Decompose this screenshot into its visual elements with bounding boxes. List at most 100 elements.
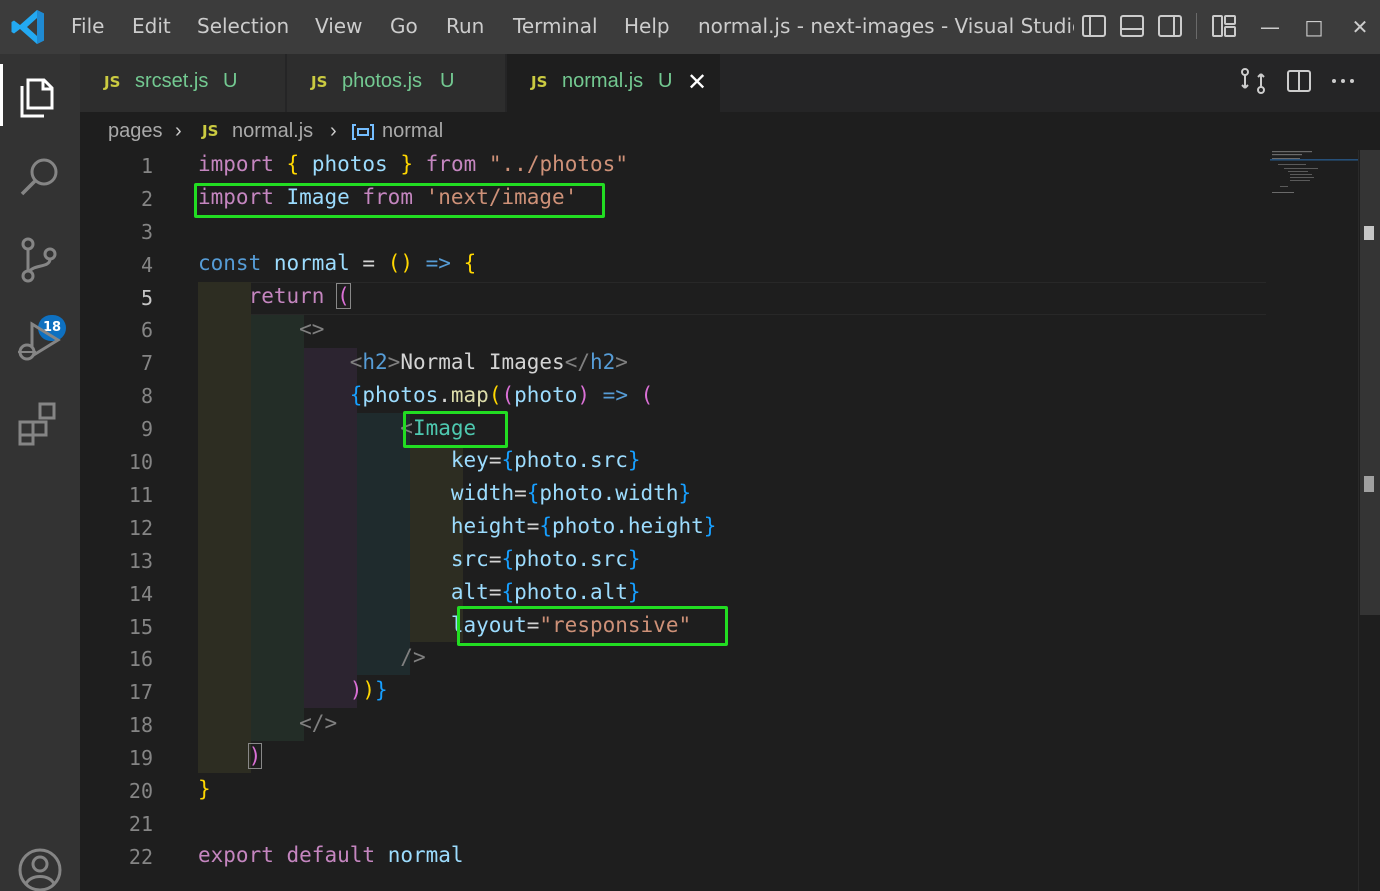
vscode-logo-icon[interactable]: [10, 8, 46, 46]
token: (: [640, 383, 654, 407]
line-number: 4: [140, 253, 153, 277]
toggle-secondary-sidebar-icon[interactable]: [1156, 12, 1184, 40]
open-changes-icon[interactable]: [1238, 66, 1268, 96]
search-icon[interactable]: [14, 152, 66, 204]
line-number: 17: [128, 680, 153, 704]
menu-file[interactable]: File: [71, 14, 104, 38]
account-icon[interactable]: [14, 844, 66, 891]
scrollbar-thumb[interactable]: [1360, 150, 1380, 615]
close-icon[interactable]: ✕: [687, 68, 707, 96]
run-debug-icon[interactable]: [14, 316, 66, 368]
customize-layout-icon[interactable]: [1210, 12, 1238, 40]
token: }: [627, 580, 641, 604]
toggle-primary-sidebar-icon[interactable]: [1080, 12, 1108, 40]
symbol-variable-icon: [352, 124, 374, 140]
token: ): [247, 743, 263, 769]
token: =: [526, 514, 540, 538]
js-file-icon: JS: [104, 73, 121, 91]
breadcrumb: pages › JS normal.js › normal: [80, 112, 1380, 152]
title-bar: File Edit Selection View Go Run Terminal…: [0, 0, 1380, 54]
token: from: [425, 152, 477, 176]
breadcrumb-symbol[interactable]: normal: [382, 120, 443, 143]
js-file-icon: JS: [202, 122, 219, 140]
tab-bar: JS srcset.js U JS photos.js U JS normal.…: [80, 54, 1380, 112]
token: />: [400, 645, 426, 669]
activity-bar: 18: [0, 54, 80, 891]
menu-view[interactable]: View: [315, 14, 362, 38]
untracked-status: U: [223, 70, 238, 92]
split-editor-icon[interactable]: [1284, 66, 1314, 96]
menu-help[interactable]: Help: [624, 14, 670, 38]
token: photo.src: [514, 448, 628, 472]
tab-label: photos.js: [342, 70, 423, 92]
more-actions-icon[interactable]: [1328, 66, 1358, 96]
line-number: 3: [140, 220, 153, 244]
token: =: [514, 481, 527, 505]
token: <: [349, 350, 363, 374]
code-line-4: const normal = () => {: [198, 251, 476, 275]
token: photo.src: [514, 547, 628, 571]
token: {: [539, 514, 553, 538]
token: {: [526, 481, 540, 505]
breadcrumb-file[interactable]: normal.js: [232, 120, 313, 143]
token: >: [387, 350, 401, 374]
active-indicator: [0, 64, 3, 126]
line-number: 10: [128, 450, 153, 474]
line-number: 8: [140, 384, 153, 408]
token: {: [501, 580, 515, 604]
extensions-icon[interactable]: [14, 398, 66, 450]
menu-go[interactable]: Go: [390, 14, 418, 38]
breadcrumb-separator: ›: [175, 120, 182, 142]
token: photos: [362, 383, 439, 407]
minimize-button[interactable]: —: [1250, 8, 1290, 46]
token: return: [248, 284, 325, 308]
token: default: [286, 843, 376, 867]
maximize-button[interactable]: □: [1294, 8, 1334, 46]
token: {: [286, 152, 300, 176]
token: </>: [299, 711, 338, 735]
breadcrumb-folder[interactable]: pages: [108, 120, 163, 143]
line-number: 12: [128, 516, 153, 540]
code-line-5: return (: [198, 283, 351, 309]
explorer-icon[interactable]: [14, 70, 66, 122]
token: (: [501, 383, 515, 407]
js-file-icon: JS: [311, 73, 328, 91]
code-line-7: <h2>Normal Images</h2>: [198, 350, 628, 374]
token: height: [450, 514, 527, 538]
code-line-18: </>: [198, 711, 337, 735]
scroll-position-marker: [1364, 476, 1374, 492]
menu-edit[interactable]: Edit: [132, 14, 171, 38]
code-line-8: {photos.map((photo) => (: [198, 383, 654, 407]
code-editor[interactable]: 1 2 3 4 5 6 7 8 9 10 11 12 13 14 15 16 1…: [80, 150, 1380, 891]
token: .: [438, 383, 451, 407]
line-number: 22: [128, 845, 153, 869]
tab-photos[interactable]: JS photos.js U: [287, 54, 506, 112]
token: }: [627, 547, 641, 571]
line-number: 2: [140, 187, 153, 211]
token: src: [450, 547, 489, 571]
untracked-status: U: [440, 70, 455, 92]
close-window-button[interactable]: ✕: [1340, 8, 1380, 46]
token: map: [450, 383, 489, 407]
code-line-13: src={photo.src}: [198, 547, 641, 571]
code-line-17: ))}: [198, 678, 388, 702]
minimap[interactable]: [1270, 150, 1360, 210]
token: }: [703, 514, 717, 538]
source-control-icon[interactable]: [14, 234, 66, 286]
tab-srcset[interactable]: JS srcset.js U: [80, 54, 286, 112]
tab-label: srcset.js: [135, 70, 209, 92]
line-number: 18: [128, 713, 153, 737]
menu-terminal[interactable]: Terminal: [513, 14, 598, 38]
token: import: [198, 152, 274, 176]
menu-selection[interactable]: Selection: [197, 14, 289, 38]
code-line-20: }: [198, 777, 211, 801]
line-number: 13: [128, 549, 153, 573]
tab-normal[interactable]: JS normal.js U ✕: [507, 54, 721, 112]
window-title: normal.js - next-images - Visual Studio …: [698, 14, 1074, 38]
highlight-box-image-tag: [403, 411, 508, 448]
token: >: [615, 350, 628, 374]
token: key: [450, 448, 489, 472]
toggle-panel-icon[interactable]: [1118, 12, 1146, 40]
token: photo: [514, 383, 578, 407]
menu-run[interactable]: Run: [446, 14, 484, 38]
